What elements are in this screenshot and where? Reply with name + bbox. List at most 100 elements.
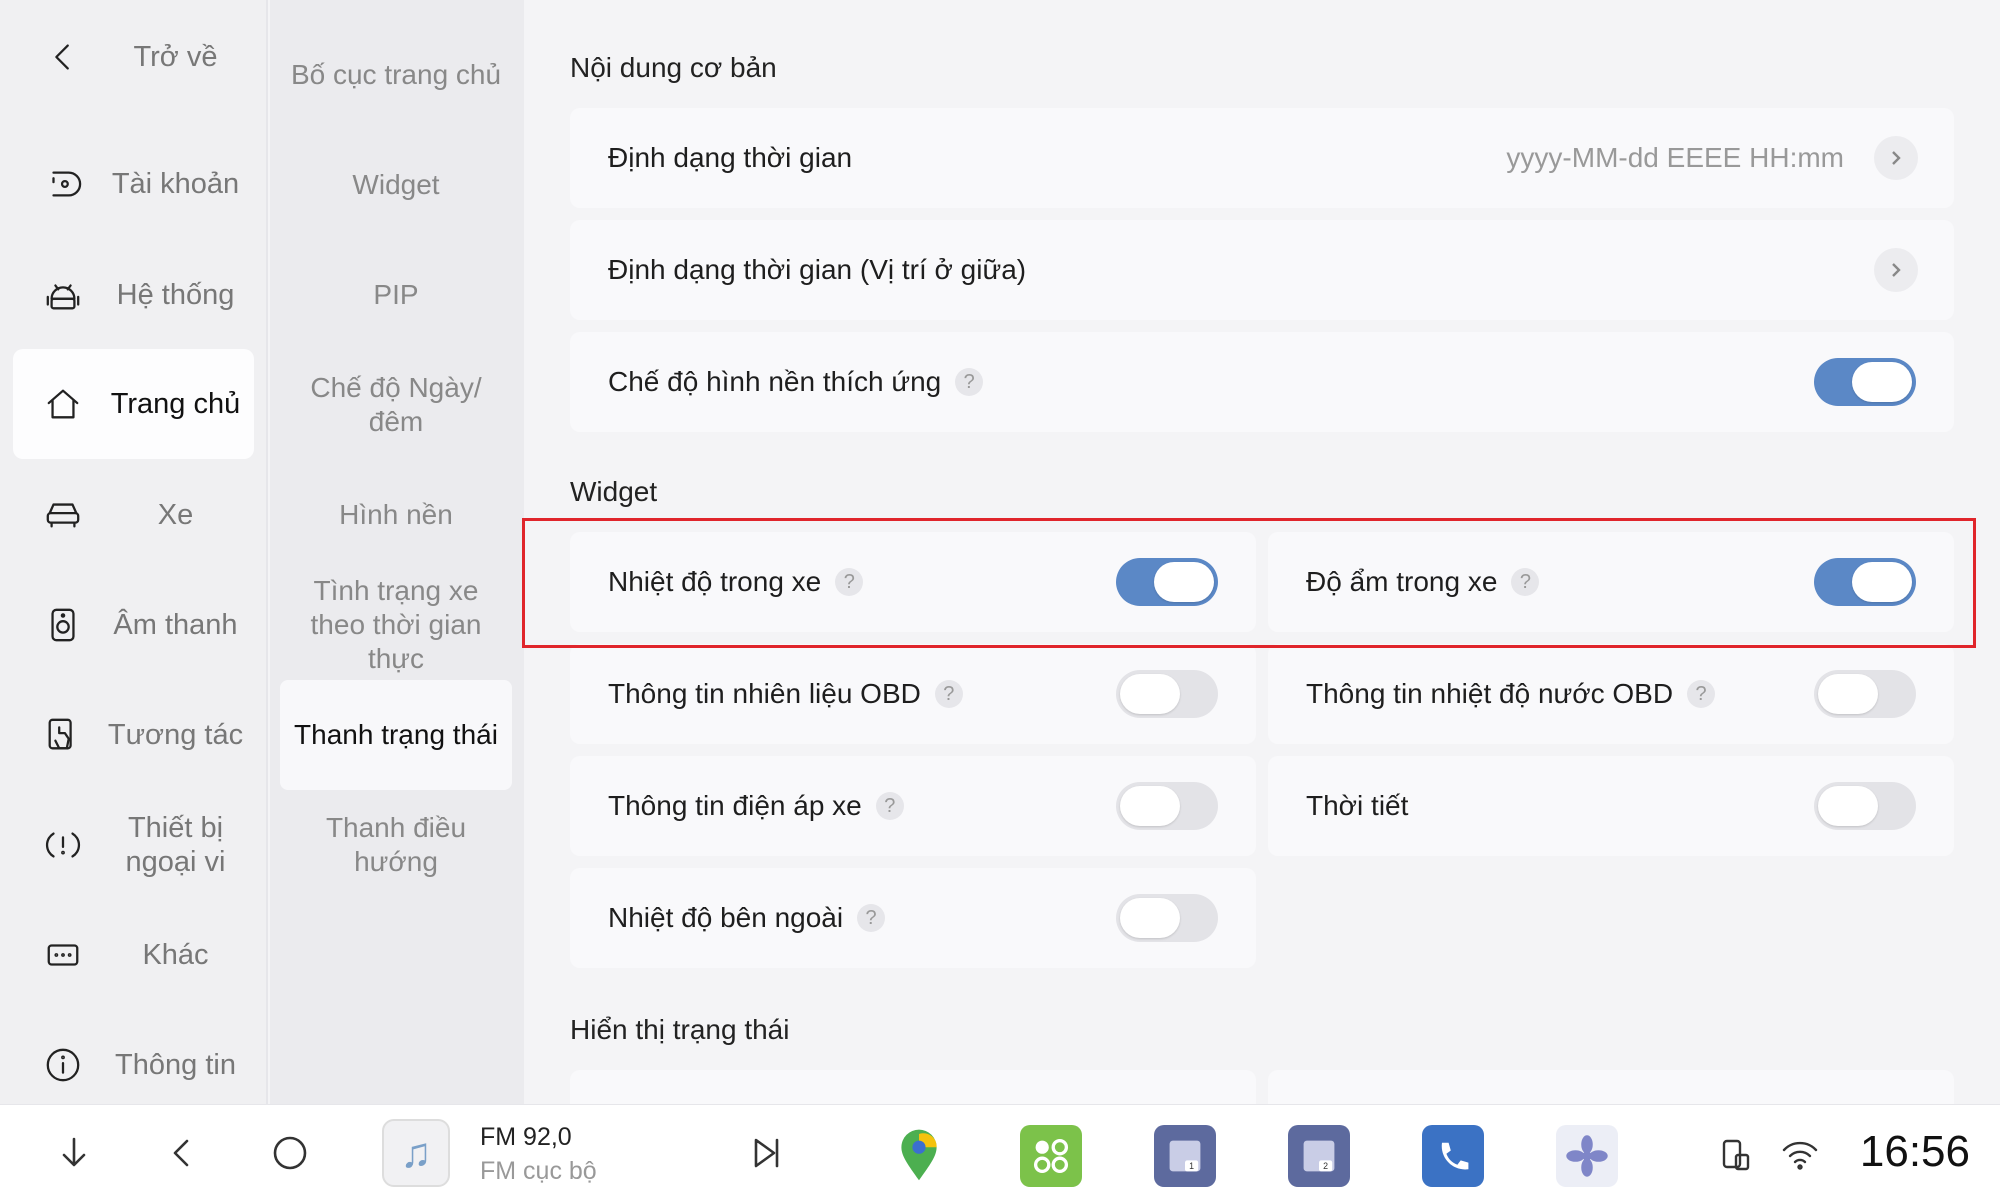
music-icon[interactable]: ♫	[382, 1119, 450, 1187]
section-title-status: Hiển thị trạng thái	[570, 1014, 790, 1045]
nav-label: Thiết bị ngoại vi	[125, 812, 226, 878]
nav-car[interactable]: Xe	[13, 460, 254, 570]
widget-row: Độ ẩm trong xe?	[1268, 532, 1954, 632]
skip-next-icon[interactable]	[742, 1129, 790, 1177]
subnav-day-night[interactable]: Chế độ Ngày/ đêm	[280, 350, 512, 460]
wifi-icon	[1780, 1135, 1820, 1175]
nav-account[interactable]: Tài khoản	[13, 129, 254, 239]
widget-row: Thông tin nhiên liệu OBD?	[570, 644, 1256, 744]
phone-bluetooth-icon[interactable]	[1422, 1125, 1484, 1187]
subnav-home-layout[interactable]: Bố cục trang chủ	[280, 20, 512, 130]
nav-label: Thông tin	[115, 1049, 236, 1081]
widget-row: Nhiệt độ bên ngoài?	[570, 868, 1256, 968]
widget-row: Thông tin điện áp xe?	[570, 756, 1256, 856]
secondary-nav: Bố cục trang chủ Widget PIP Chế độ Ngày/…	[270, 0, 524, 1104]
maps-app-icon[interactable]	[888, 1125, 950, 1187]
toggle-knob	[1120, 786, 1180, 826]
outside-temp-toggle[interactable]	[1116, 894, 1218, 942]
status-row	[570, 1070, 1256, 1104]
nav-peripheral[interactable]: Thiết bị ngoại vi	[13, 790, 254, 900]
chevron-right-icon[interactable]	[1874, 136, 1918, 180]
more-icon	[43, 935, 83, 975]
primary-nav: Trở về Tài khoản Hệ thống Trang chủ Xe Â…	[0, 0, 268, 1104]
time-format-value: yyyy-MM-dd EEEE HH:mm	[1506, 142, 1844, 173]
subnav-status-bar[interactable]: Thanh trạng thái	[280, 680, 512, 790]
help-icon[interactable]: ?	[1687, 680, 1716, 708]
home-icon	[43, 384, 83, 424]
toggle-knob	[1818, 674, 1878, 714]
home-circle-icon[interactable]	[266, 1129, 314, 1177]
time-format-label: Định dạng thời gian	[608, 142, 853, 173]
widget-row: Thời tiết	[1268, 756, 1954, 856]
media-subtitle: FM cục bộ	[480, 1157, 597, 1185]
nav-label: Hệ thống	[116, 279, 235, 311]
help-icon[interactable]: ?	[835, 568, 864, 596]
subnav-pip[interactable]: PIP	[280, 240, 512, 350]
help-icon[interactable]: ?	[934, 680, 963, 708]
widget-label: Thông tin điện áp xe	[608, 790, 862, 821]
adaptive-wallpaper-toggle[interactable]	[1814, 358, 1916, 406]
widget-label: Thông tin nhiệt độ nước OBD	[1306, 678, 1674, 709]
nav-label: Tài khoản	[111, 168, 240, 200]
nav-back[interactable]: Trở về	[13, 2, 254, 112]
nav-interaction[interactable]: Tương tác	[13, 680, 254, 790]
widget-label: Thông tin nhiên liệu OBD	[608, 678, 921, 709]
subnav-wallpaper[interactable]: Hình nền	[280, 460, 512, 570]
section-title-basic: Nội dung cơ bản	[570, 52, 777, 83]
toggle-knob	[1852, 362, 1912, 402]
toggle-knob	[1818, 786, 1878, 826]
widget-row: Nhiệt độ trong xe?	[570, 532, 1256, 632]
time-format-center-row[interactable]: Định dạng thời gian (Vị trí ở giữa)	[570, 220, 1954, 320]
touch-icon	[43, 715, 83, 755]
back-chevron-icon	[43, 37, 83, 77]
clock: 16:56	[1859, 1127, 1970, 1176]
subnav-widget[interactable]: Widget	[280, 130, 512, 240]
account-icon	[43, 164, 83, 204]
fan-icon[interactable]	[1556, 1125, 1618, 1187]
system-bar: ♫ FM 92,0 FM cục bộ 1 2 16:56	[0, 1104, 2000, 1200]
help-icon[interactable]: ?	[875, 792, 904, 820]
help-icon[interactable]: ?	[1511, 568, 1540, 596]
toggle-knob	[1120, 674, 1180, 714]
weather-toggle[interactable]	[1814, 782, 1916, 830]
car-icon	[43, 495, 83, 535]
apps-grid-icon[interactable]	[1020, 1125, 1082, 1187]
adaptive-wallpaper-label: Chế độ hình nền thích ứng	[608, 366, 942, 397]
widget-label: Nhiệt độ trong xe	[608, 566, 822, 597]
time-format-row[interactable]: Định dạng thời gian yyyy-MM-dd EEEE HH:m…	[570, 108, 1954, 208]
media-title: FM 92,0	[480, 1123, 572, 1151]
arrow-down-icon[interactable]	[50, 1129, 98, 1177]
nav-other[interactable]: Khác	[13, 900, 254, 1010]
nav-system[interactable]: Hệ thống	[13, 240, 254, 350]
phone-link-icon	[1714, 1135, 1754, 1175]
settings-content: Nội dung cơ bản Định dạng thời gian yyyy…	[524, 0, 2000, 1104]
cabin-humidity-toggle[interactable]	[1814, 558, 1916, 606]
svg-text:1: 1	[1189, 1161, 1194, 1171]
peripheral-icon	[43, 825, 83, 865]
nav-sound[interactable]: Âm thanh	[13, 570, 254, 680]
help-icon[interactable]: ?	[955, 368, 984, 396]
subnav-navigation-bar[interactable]: Thanh điều hướng	[280, 790, 512, 900]
split-screen-2-icon[interactable]: 2	[1288, 1125, 1350, 1187]
toggle-knob	[1120, 898, 1180, 938]
status-row	[1268, 1070, 1954, 1104]
nav-label: Trang chủ	[110, 388, 241, 420]
obd-fuel-toggle[interactable]	[1116, 670, 1218, 718]
toggle-knob	[1154, 562, 1214, 602]
android-icon	[43, 275, 83, 315]
back-icon[interactable]	[158, 1129, 206, 1177]
nav-label: Trở về	[133, 41, 218, 73]
voltage-toggle[interactable]	[1116, 782, 1218, 830]
cabin-temp-toggle[interactable]	[1116, 558, 1218, 606]
nav-label: Khác	[142, 939, 209, 971]
obd-water-temp-toggle[interactable]	[1814, 670, 1916, 718]
nav-home[interactable]: Trang chủ	[13, 349, 254, 459]
split-screen-1-icon[interactable]: 1	[1154, 1125, 1216, 1187]
help-icon[interactable]: ?	[857, 904, 886, 932]
adaptive-wallpaper-row: Chế độ hình nền thích ứng?	[570, 332, 1954, 432]
chevron-right-icon[interactable]	[1874, 248, 1918, 292]
section-title-widget: Widget	[570, 476, 658, 507]
speaker-icon	[43, 605, 83, 645]
nav-label: Tương tác	[107, 719, 244, 751]
subnav-realtime-status[interactable]: Tình trạng xe theo thời gian thực	[280, 570, 512, 680]
